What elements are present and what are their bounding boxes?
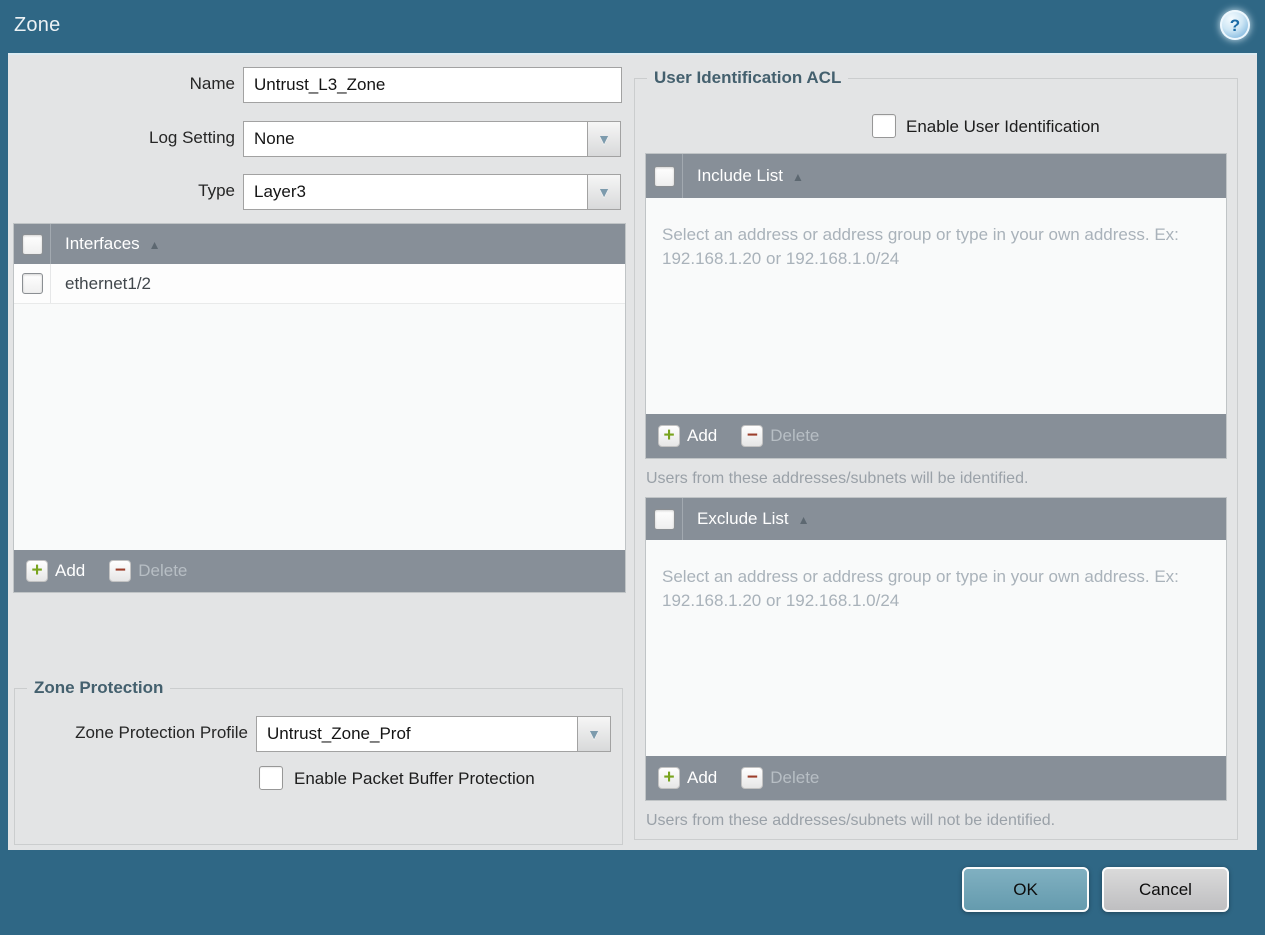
- exclude-list-body[interactable]: Select an address or address group or ty…: [646, 540, 1226, 756]
- question-mark-glyph: ?: [1229, 15, 1241, 35]
- include-add-button[interactable]: + Add: [658, 425, 717, 447]
- add-icon: +: [658, 767, 680, 789]
- select-all-cell: [646, 154, 683, 198]
- sort-ascending-icon: ▲: [797, 513, 810, 527]
- chevron-down-icon: ▼: [597, 184, 611, 200]
- interfaces-table-footer: + Add − Delete: [14, 550, 625, 592]
- exclude-list-caption: Users from these addresses/subnets will …: [646, 812, 1056, 829]
- log-setting-dropdown-button[interactable]: ▼: [587, 121, 621, 157]
- interfaces-column-header: Interfaces: [65, 234, 140, 253]
- zone-protection-profile-label: Zone Protection Profile: [75, 723, 248, 742]
- row-checkbox-cell: [14, 264, 51, 303]
- zone-protection-legend: Zone Protection: [27, 678, 171, 698]
- page-title: Zone: [14, 14, 61, 36]
- include-list-footer: + Add − Delete: [646, 414, 1226, 458]
- zone-protection-profile-input[interactable]: [256, 716, 578, 752]
- enable-packet-buffer-protection-label: Enable Packet Buffer Protection: [294, 769, 535, 788]
- interface-name: ethernet1/2: [65, 273, 152, 293]
- user-identification-acl-section: User Identification ACL Enable User Iden…: [634, 68, 1238, 840]
- include-list-caption: Users from these addresses/subnets will …: [646, 470, 1029, 487]
- zone-protection-section: Zone Protection Zone Protection Profile …: [14, 678, 623, 845]
- add-icon: +: [658, 425, 680, 447]
- interfaces-select-all-checkbox[interactable]: [21, 233, 43, 255]
- enable-user-identification-label: Enable User Identification: [906, 117, 1100, 136]
- interfaces-table: Interfaces ▲ ethernet1/2 + Add − Delete: [14, 224, 625, 592]
- ok-button[interactable]: OK: [962, 867, 1089, 912]
- exclude-list-header[interactable]: Exclude List ▲: [646, 498, 1226, 540]
- include-list-placeholder: Select an address or address group or ty…: [662, 225, 1179, 268]
- name-input[interactable]: [243, 67, 622, 103]
- type-label: Type: [198, 181, 235, 200]
- user-identification-acl-legend: User Identification ACL: [647, 68, 849, 88]
- select-all-cell: [14, 224, 51, 264]
- include-delete-button[interactable]: − Delete: [741, 425, 819, 447]
- delete-icon: −: [109, 560, 132, 582]
- include-list-table: Include List ▲ Select an address or addr…: [646, 154, 1226, 458]
- type-input[interactable]: [243, 174, 588, 210]
- interfaces-table-header[interactable]: Interfaces ▲: [14, 224, 625, 264]
- include-list-column-header: Include List: [697, 166, 783, 185]
- add-icon: +: [26, 560, 48, 582]
- delete-icon: −: [741, 767, 764, 789]
- interfaces-table-body: ethernet1/2: [14, 264, 625, 550]
- exclude-delete-button[interactable]: − Delete: [741, 767, 819, 789]
- include-list-select-all-checkbox[interactable]: [653, 165, 675, 187]
- exclude-list-placeholder: Select an address or address group or ty…: [662, 567, 1179, 610]
- exclude-add-button[interactable]: + Add: [658, 767, 717, 789]
- chevron-down-icon: ▼: [587, 726, 601, 742]
- delete-icon: −: [741, 425, 764, 447]
- sort-ascending-icon: ▲: [792, 170, 804, 184]
- zone-dialog: { "dialog": { "title": "Zone" }, "icons"…: [0, 0, 1265, 935]
- select-all-cell: [646, 498, 683, 540]
- enable-user-identification-checkbox[interactable]: [872, 114, 896, 138]
- dialog-body: Name Log Setting ▼ Type ▼ Interfaces ▲ e…: [8, 53, 1257, 850]
- exclude-list-select-all-checkbox[interactable]: [653, 508, 675, 530]
- interface-row-checkbox[interactable]: [21, 273, 43, 294]
- include-list-body[interactable]: Select an address or address group or ty…: [646, 198, 1226, 414]
- cancel-button[interactable]: Cancel: [1102, 867, 1229, 912]
- sort-ascending-icon: ▲: [148, 238, 161, 252]
- exclude-list-column-header: Exclude List: [697, 509, 789, 528]
- include-list-header[interactable]: Include List ▲: [646, 154, 1226, 198]
- zone-protection-profile-dropdown-button[interactable]: ▼: [577, 716, 611, 752]
- help-icon[interactable]: ?: [1220, 10, 1250, 40]
- log-setting-input[interactable]: [243, 121, 588, 157]
- type-dropdown-button[interactable]: ▼: [587, 174, 621, 210]
- enable-packet-buffer-protection-checkbox[interactable]: [259, 766, 283, 790]
- log-setting-label: Log Setting: [148, 128, 235, 147]
- exclude-list-footer: + Add − Delete: [646, 756, 1226, 800]
- table-row[interactable]: ethernet1/2: [14, 264, 625, 304]
- exclude-list-table: Exclude List ▲ Select an address or addr…: [646, 498, 1226, 800]
- delete-interface-button[interactable]: − Delete: [109, 560, 187, 582]
- add-interface-button[interactable]: + Add: [26, 560, 85, 582]
- name-label: Name: [189, 74, 235, 93]
- chevron-down-icon: ▼: [597, 131, 611, 147]
